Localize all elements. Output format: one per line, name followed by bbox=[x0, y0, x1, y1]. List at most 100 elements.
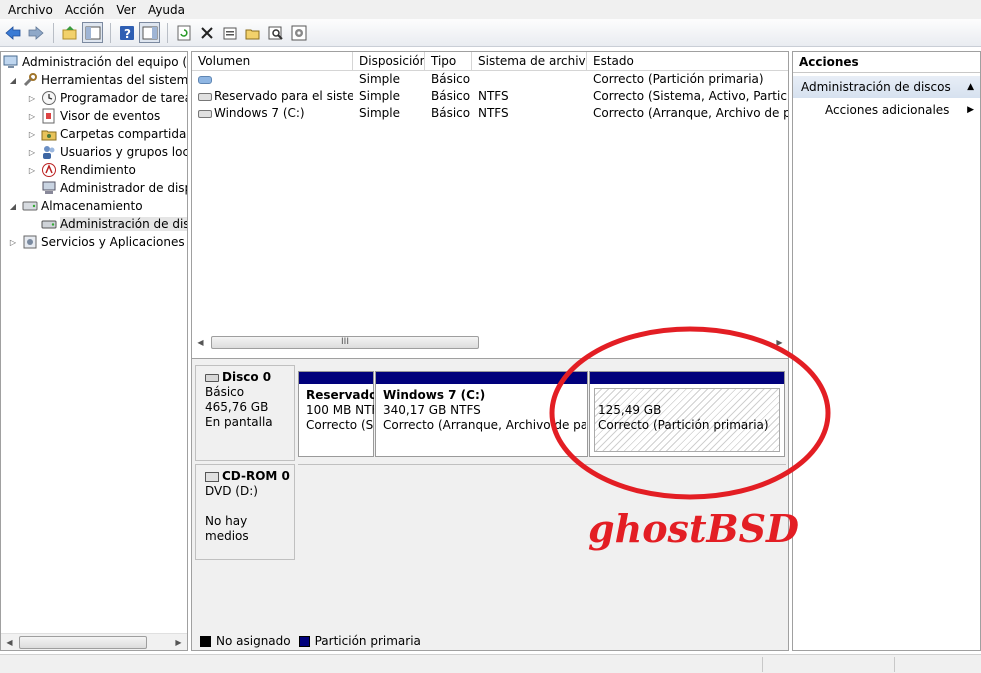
column-header-volumen[interactable]: Volumen bbox=[192, 52, 353, 71]
up-folder-icon[interactable] bbox=[59, 22, 80, 43]
disk-icon bbox=[198, 109, 212, 118]
tree-item-label: Rendimiento bbox=[60, 163, 136, 177]
volume-list: Volumen Disposición Tipo Sistema de arch… bbox=[192, 52, 788, 337]
refresh-icon[interactable] bbox=[173, 22, 194, 43]
partition-size: 100 MB NTFS bbox=[306, 403, 374, 417]
cdrom-0-type: DVD (D:) bbox=[205, 484, 258, 498]
tree-item-label: Herramientas del sistema bbox=[41, 73, 188, 87]
expanded-arrow-icon[interactable]: ◢ bbox=[7, 76, 19, 85]
collapsed-arrow-icon[interactable]: ▷ bbox=[26, 166, 38, 175]
menu-ayuda[interactable]: Ayuda bbox=[142, 3, 191, 17]
tree-item-carpetas[interactable]: ▷ Carpetas compartidas bbox=[26, 125, 187, 143]
tree-item-label: Servicios y Aplicaciones bbox=[41, 235, 185, 249]
disk-0-type: Básico bbox=[205, 385, 245, 399]
settings-icon[interactable] bbox=[288, 22, 309, 43]
column-header-sistema-archivos[interactable]: Sistema de archivos bbox=[472, 52, 587, 71]
scroll-left-icon[interactable]: ◀ bbox=[1, 638, 18, 647]
tree-item-usuarios[interactable]: ▷ Usuarios y grupos locales bbox=[26, 143, 187, 161]
tree-item-programador[interactable]: ▷ Programador de tareas bbox=[26, 89, 188, 107]
tree-item-label: Programador de tareas bbox=[60, 91, 188, 105]
back-icon[interactable] bbox=[2, 22, 23, 43]
tree-item-servicios[interactable]: ▷ Servicios y Aplicaciones bbox=[7, 233, 185, 251]
show-hide-tree-icon[interactable] bbox=[82, 22, 103, 43]
tree-item-almacenamiento[interactable]: ◢ Almacenamiento bbox=[7, 197, 143, 215]
forward-icon[interactable] bbox=[25, 22, 46, 43]
collapsed-arrow-icon[interactable]: ▷ bbox=[26, 148, 38, 157]
expanded-arrow-icon[interactable]: ◢ bbox=[7, 202, 19, 211]
tree-item-herramientas[interactable]: ◢ Herramientas del sistema bbox=[7, 71, 188, 89]
status-bar bbox=[0, 654, 981, 673]
tree-horizontal-scrollbar[interactable]: ◀ ▶ bbox=[1, 633, 187, 650]
properties-icon[interactable] bbox=[219, 22, 240, 43]
menu-archivo[interactable]: Archivo bbox=[2, 3, 59, 17]
actions-section-label: Administración de discos bbox=[801, 80, 951, 94]
status-cell: Correcto (Sistema, Activo, Partición pri… bbox=[593, 89, 788, 103]
primary-partition-bar bbox=[299, 372, 373, 384]
volume-cell: Reservado para el sistema bbox=[192, 88, 353, 105]
disk-icon bbox=[198, 75, 212, 84]
collapsed-arrow-icon[interactable]: ▷ bbox=[26, 130, 38, 139]
svg-text:?: ? bbox=[124, 27, 131, 41]
actions-section-header[interactable]: Administración de discos ▲ bbox=[793, 76, 980, 98]
partition-title: Reservado bbox=[306, 388, 374, 402]
search-icon[interactable] bbox=[265, 22, 286, 43]
tree-root[interactable]: Administración del equipo (local) bbox=[3, 53, 188, 71]
tree-root-label: Administración del equipo (local) bbox=[22, 55, 188, 69]
tree-item-label: Administración de discos bbox=[60, 217, 187, 231]
red-ellipse-annotation bbox=[549, 326, 831, 500]
type-cell: Básico bbox=[431, 72, 471, 86]
collapse-up-icon[interactable]: ▲ bbox=[967, 76, 974, 98]
tree-item-label: Visor de eventos bbox=[60, 109, 161, 123]
tree-item-visor[interactable]: ▷ Visor de eventos bbox=[26, 107, 160, 125]
cdrom-0-name-row: CD-ROM 0 bbox=[205, 469, 294, 484]
disk-0-name-row: Disco 0 bbox=[205, 370, 294, 385]
tree-item-label: Almacenamiento bbox=[41, 199, 143, 213]
help-icon[interactable]: ? bbox=[116, 22, 137, 43]
more-actions-item[interactable]: Acciones adicionales ▶ bbox=[793, 98, 980, 122]
services-icon bbox=[22, 234, 38, 250]
delete-icon[interactable] bbox=[196, 22, 217, 43]
volume-cell bbox=[192, 71, 277, 88]
collapsed-arrow-icon[interactable]: ▷ bbox=[7, 238, 19, 247]
scroll-thumb[interactable]: III bbox=[211, 336, 479, 349]
legend-swatch-unallocated bbox=[200, 635, 211, 647]
column-header-disposicion[interactable]: Disposición bbox=[353, 52, 425, 71]
table-row[interactable]: Windows 7 (C:) Simple Básico NTFS Correc… bbox=[192, 105, 788, 122]
fs-cell: NTFS bbox=[478, 89, 509, 103]
scroll-thumb[interactable] bbox=[19, 635, 147, 649]
scroll-right-icon[interactable]: ▶ bbox=[170, 638, 187, 647]
properties-pane-icon[interactable] bbox=[139, 22, 160, 43]
table-row[interactable]: Simple Básico Correcto (Partición primar… bbox=[192, 71, 788, 88]
status-divider bbox=[894, 657, 895, 672]
cdrom-0-status: No hay medios bbox=[205, 514, 249, 543]
menu-accion[interactable]: Acción bbox=[59, 3, 110, 17]
tools-icon bbox=[22, 72, 38, 88]
disk-0-info[interactable]: Disco 0 Básico 465,76 GB En pantalla bbox=[195, 365, 295, 461]
more-actions-label: Acciones adicionales bbox=[825, 103, 950, 117]
hard-disk-icon bbox=[205, 373, 219, 382]
open-icon[interactable] bbox=[242, 22, 263, 43]
scroll-left-icon[interactable]: ◀ bbox=[192, 338, 209, 347]
menu-ver[interactable]: Ver bbox=[110, 3, 142, 17]
toolbar-separator bbox=[110, 22, 111, 43]
tree-item-dispositivos[interactable]: Administrador de dispositivos bbox=[38, 179, 187, 197]
partition-status: Correcto (Sistema) bbox=[306, 418, 374, 432]
partition-text: Reservado 100 MB NTFS Correcto (Sistema) bbox=[306, 388, 374, 433]
table-row[interactable]: Reservado para el sistema Simple Básico … bbox=[192, 88, 788, 105]
cdrom-0-info[interactable]: CD-ROM 0 DVD (D:) No hay medios bbox=[195, 464, 295, 560]
tree-item-administracion-discos[interactable]: Administración de discos bbox=[38, 215, 187, 233]
legend: No asignado Partición primaria bbox=[200, 634, 421, 648]
storage-icon bbox=[22, 198, 38, 214]
column-header-estado[interactable]: Estado bbox=[587, 52, 788, 71]
device-manager-icon bbox=[41, 180, 57, 196]
volume-cell: Windows 7 (C:) bbox=[192, 105, 353, 122]
collapsed-arrow-icon[interactable]: ▷ bbox=[26, 94, 38, 103]
column-header-tipo[interactable]: Tipo bbox=[425, 52, 472, 71]
users-icon bbox=[41, 144, 57, 160]
disk-0-name: Disco 0 bbox=[222, 370, 272, 384]
disk-0-status: En pantalla bbox=[205, 415, 273, 429]
status-cell: Correcto (Partición primaria) bbox=[593, 72, 764, 86]
tree-item-rendimiento[interactable]: ▷ Rendimiento bbox=[26, 161, 136, 179]
partition-reservado[interactable]: Reservado 100 MB NTFS Correcto (Sistema) bbox=[298, 371, 374, 457]
collapsed-arrow-icon[interactable]: ▷ bbox=[26, 112, 38, 121]
